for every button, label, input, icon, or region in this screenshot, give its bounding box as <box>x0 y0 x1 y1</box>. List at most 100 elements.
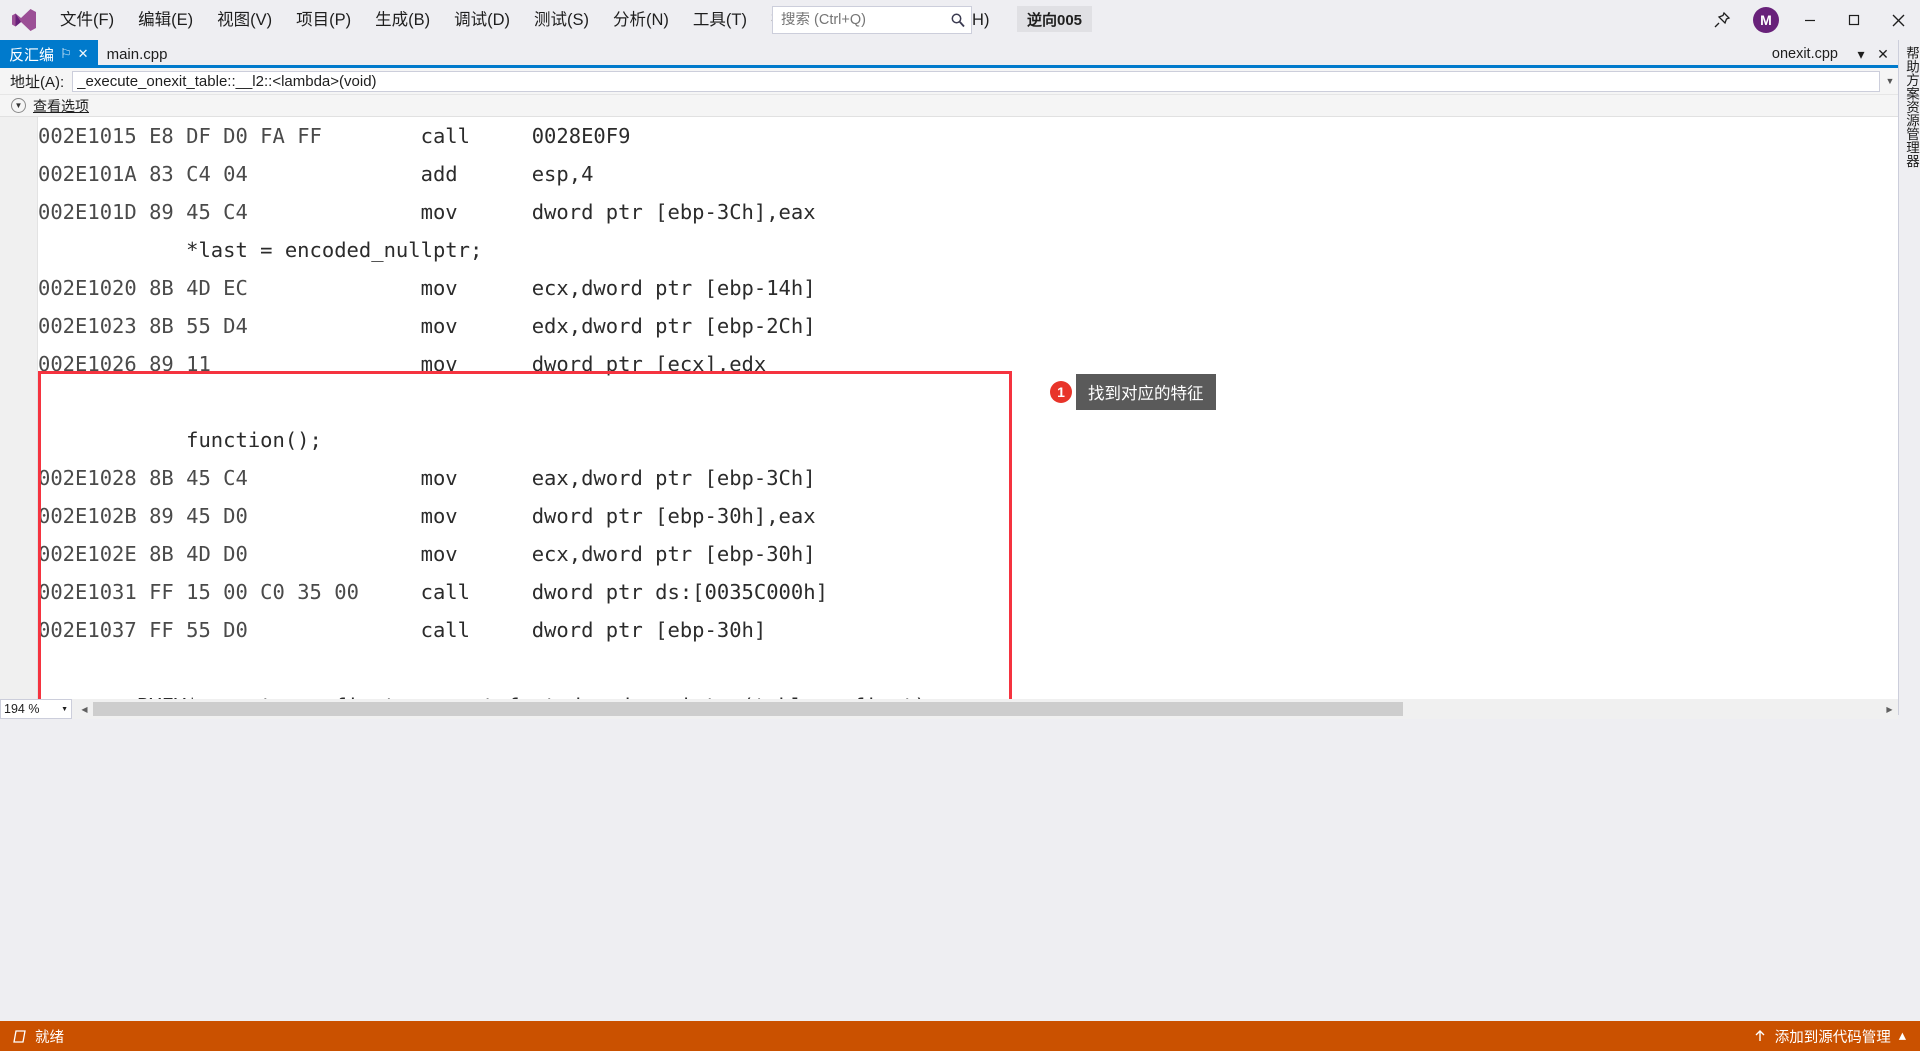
solution-explorer-rail-label[interactable]: 帮助方案资源管理器 <box>1901 46 1920 168</box>
scroll-left-icon[interactable]: ◀ <box>76 705 93 714</box>
address-input[interactable] <box>73 72 1879 90</box>
instruction-bytes: 8B 45 C4 <box>149 466 421 490</box>
menu-project[interactable]: 项目(P) <box>284 0 363 40</box>
visual-studio-logo-icon <box>0 0 48 40</box>
instruction-operands: ecx,dword ptr [ebp-30h] <box>531 542 816 566</box>
horizontal-scroll-thumb[interactable] <box>93 702 1403 716</box>
account-avatar[interactable]: M <box>1744 0 1788 40</box>
window-controls-group: M <box>1700 0 1920 40</box>
instruction-mnemonic: mov <box>420 466 532 490</box>
annotation-tooltip-text: 找到对应的特征 <box>1076 374 1216 410</box>
disassembly-line[interactable]: 002E102B 89 45 D0 mov dword ptr [ebp-30h… <box>38 497 1898 535</box>
tab-disassembly-label: 反汇编 <box>9 46 55 64</box>
instruction-address: 002E1028 <box>38 466 150 490</box>
disassembly-line[interactable]: 002E1020 8B 4D EC mov ecx,dword ptr [ebp… <box>38 269 1898 307</box>
instruction-operands: eax,dword ptr [ebp-3Ch] <box>531 466 816 490</box>
disassembly-line[interactable]: 002E1028 8B 45 C4 mov eax,dword ptr [ebp… <box>38 459 1898 497</box>
menu-test[interactable]: 测试(S) <box>522 0 601 40</box>
disassembly-line[interactable]: 002E101A 83 C4 04 add esp,4 <box>38 155 1898 193</box>
status-bar-left: 就绪 <box>0 1026 64 1047</box>
instruction-address: 002E102B <box>38 504 150 528</box>
maximize-button[interactable] <box>1832 0 1876 40</box>
disassembly-line[interactable]: 002E1037 FF 55 D0 call dword ptr [ebp-30… <box>38 611 1898 649</box>
disassembly-line[interactable]: 002E1023 8B 55 D4 mov edx,dword ptr [ebp… <box>38 307 1898 345</box>
editor-gutter[interactable] <box>0 117 38 699</box>
disassembly-code[interactable]: 002E1015 E8 DF D0 FA FF call 0028E0F9 002… <box>38 117 1898 699</box>
blank-line[interactable] <box>38 383 1898 421</box>
close-window-button[interactable] <box>1876 0 1920 40</box>
address-label: 地址(A): <box>10 73 65 91</box>
zoom-level-value: 194 % <box>4 702 40 716</box>
tab-main-cpp-label: main.cpp <box>106 45 168 63</box>
disassembly-line[interactable]: 002E1015 E8 DF D0 FA FF call 0028E0F9 <box>38 117 1898 155</box>
instruction-mnemonic: mov <box>420 542 532 566</box>
current-file-label: onexit.cpp <box>1771 46 1838 62</box>
menu-debug[interactable]: 调试(D) <box>442 0 522 40</box>
source-line[interactable]: function(); <box>38 421 1898 459</box>
instruction-bytes: 8B 4D EC <box>149 276 421 300</box>
instruction-mnemonic: mov <box>420 504 532 528</box>
horizontal-scroll-track[interactable] <box>93 699 1881 719</box>
instruction-operands: 0028E0F9 <box>531 124 631 148</box>
instruction-operands: dword ptr ds:[0035C000h] <box>531 580 828 604</box>
instruction-bytes: 89 45 D0 <box>149 504 421 528</box>
menu-analyze[interactable]: 分析(N) <box>601 0 681 40</box>
instruction-address: 002E1037 <box>38 618 150 642</box>
annotation-callout: 1 找到对应的特征 <box>1050 374 1216 410</box>
instruction-address: 002E101D <box>38 200 150 224</box>
caret-up-icon[interactable]: ▴ <box>1899 1028 1906 1044</box>
instruction-address: 002E102E <box>38 542 150 566</box>
zoom-level-selector[interactable]: 194 % ▼ <box>0 699 72 719</box>
tab-close-icon[interactable]: ✕ <box>78 46 89 62</box>
instruction-mnemonic: mov <box>420 352 532 376</box>
disassembly-horizontal-scrollbar[interactable]: 194 % ▼ ◀ ▶ <box>0 699 1898 719</box>
minimize-button[interactable] <box>1788 0 1832 40</box>
tab-main-cpp[interactable]: main.cpp <box>97 40 177 68</box>
menu-tools[interactable]: 工具(T) <box>681 0 759 40</box>
disassembly-line[interactable]: 002E1026 89 11 mov dword ptr [ecx],edx <box>38 345 1898 383</box>
tab-list-chevron-icon[interactable]: ▾ <box>1852 46 1870 63</box>
source-line[interactable]: PVFV* const new_first = __crt_fast_decod… <box>38 687 1898 699</box>
disassembly-pane: 002E1015 E8 DF D0 FA FF call 0028E0F9 002… <box>0 117 1898 699</box>
instruction-bytes: 8B 55 D4 <box>149 314 421 338</box>
menu-build[interactable]: 生成(B) <box>363 0 442 40</box>
chevron-down-icon[interactable]: ▼ <box>1882 76 1898 86</box>
search-icon <box>945 12 971 28</box>
disassembly-line[interactable]: 002E101D 89 45 C4 mov dword ptr [ebp-3Ch… <box>38 193 1898 231</box>
view-options-row[interactable]: ▼ 查看选项 <box>0 95 1898 117</box>
instruction-address: 002E1020 <box>38 276 150 300</box>
blank-line[interactable] <box>38 649 1898 687</box>
source-line[interactable]: *last = encoded_nullptr; <box>38 231 1898 269</box>
disassembly-line[interactable]: 002E1031 FF 15 00 C0 35 00 call dword pt… <box>38 573 1898 611</box>
project-name-chip: 逆向005 <box>1017 6 1093 32</box>
search-input[interactable] <box>773 12 945 28</box>
chevron-down-circle-icon[interactable]: ▼ <box>11 98 26 113</box>
stop-icon <box>12 1029 27 1044</box>
instruction-bytes: 83 C4 04 <box>149 162 421 186</box>
tab-group-close-icon[interactable]: ✕ <box>1874 46 1892 63</box>
push-pin-icon[interactable] <box>1700 0 1744 40</box>
status-bar: 就绪 添加到源代码管理 ▴ <box>0 1021 1920 1051</box>
search-box[interactable] <box>772 6 972 34</box>
instruction-operands: dword ptr [ebp-30h],eax <box>531 504 816 528</box>
scroll-right-icon[interactable]: ▶ <box>1881 705 1898 714</box>
instruction-mnemonic: call <box>420 618 532 642</box>
disassembly-line[interactable]: 002E102E 8B 4D D0 mov ecx,dword ptr [ebp… <box>38 535 1898 573</box>
address-input-wrapper[interactable] <box>72 70 1880 92</box>
chevron-down-icon[interactable]: ▼ <box>61 706 68 713</box>
right-dock-rail: 帮助方案资源管理器 <box>1898 40 1920 715</box>
menu-view[interactable]: 视图(V) <box>205 0 284 40</box>
menu-file[interactable]: 文件(F) <box>48 0 126 40</box>
status-bar-right[interactable]: 添加到源代码管理 ▴ <box>1753 1026 1920 1047</box>
instruction-bytes: FF 55 D0 <box>149 618 421 642</box>
tab-pin-icon[interactable]: ⚐ <box>60 46 72 62</box>
instruction-bytes: 8B 4D D0 <box>149 542 421 566</box>
instruction-operands: dword ptr [ebp-3Ch],eax <box>531 200 816 224</box>
address-bar: 地址(A): ▼ <box>0 68 1898 95</box>
tab-disassembly[interactable]: 反汇编 ⚐ ✕ <box>0 40 98 68</box>
instruction-operands: ecx,dword ptr [ebp-14h] <box>531 276 816 300</box>
document-tab-strip: 反汇编 ⚐ ✕ main.cpp <box>0 40 1920 68</box>
source-control-label[interactable]: 添加到源代码管理 <box>1775 1026 1891 1047</box>
menu-edit[interactable]: 编辑(E) <box>126 0 205 40</box>
instruction-bytes: 89 45 C4 <box>149 200 421 224</box>
